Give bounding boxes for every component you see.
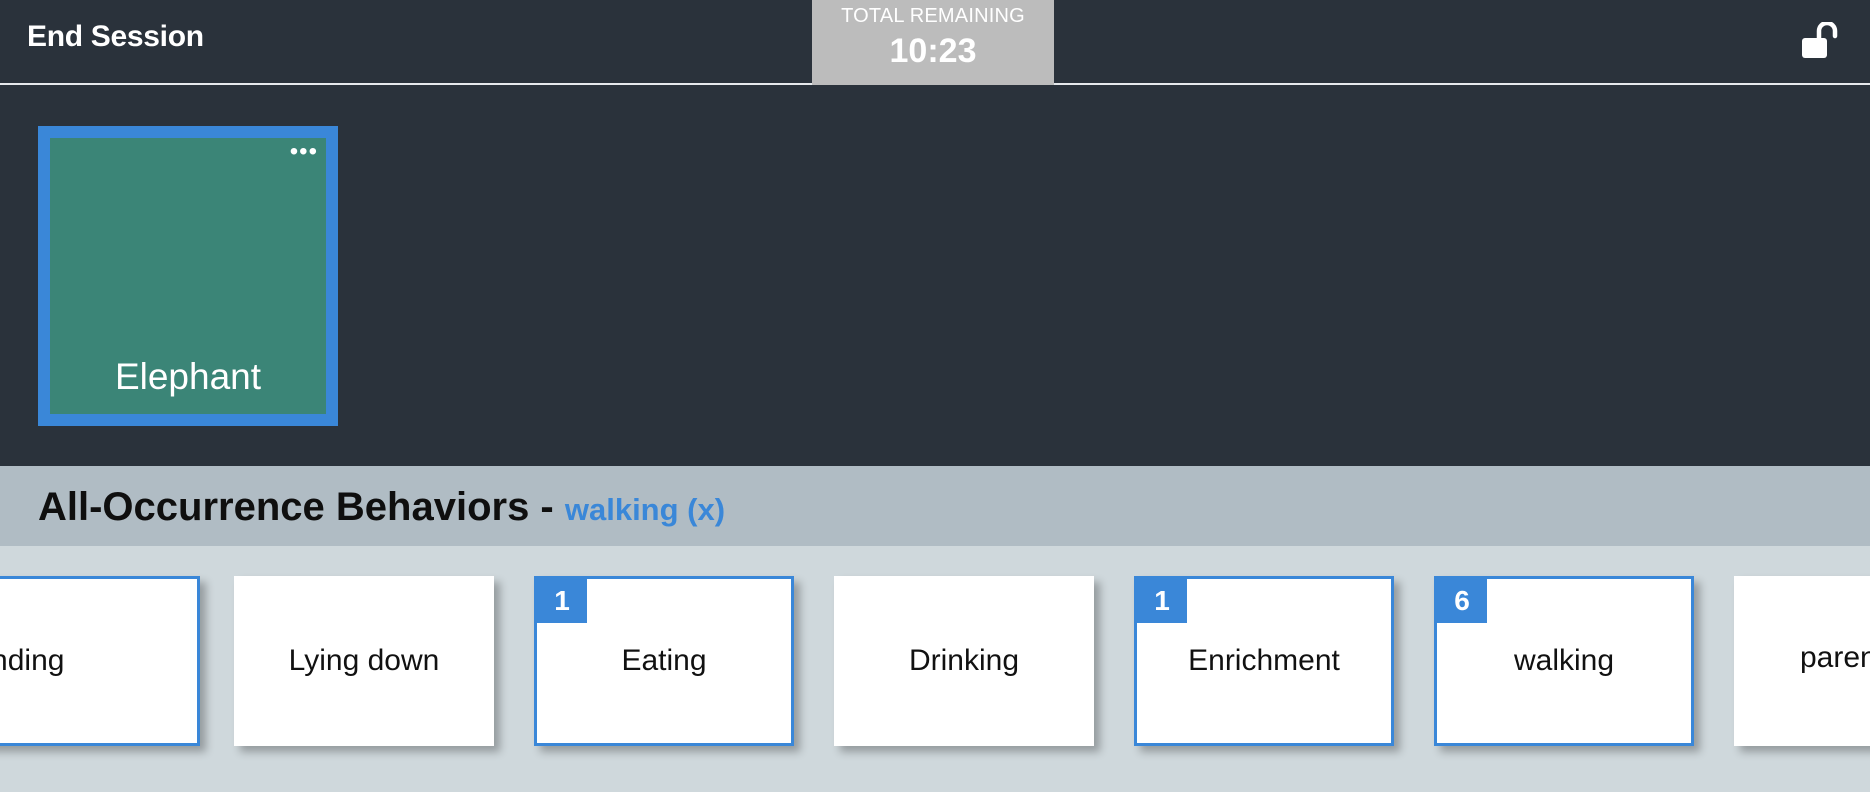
end-session-button[interactable]: End Session xyxy=(27,20,204,54)
behavior-label: walking xyxy=(1513,644,1615,677)
behavior-card-enrichment[interactable]: 1 Enrichment xyxy=(1134,576,1394,746)
top-bar: End Session TOTAL REMAINING 10:23 xyxy=(0,0,1870,85)
behavior-label: Enrichment xyxy=(1188,644,1340,677)
behavior-card-standing[interactable]: Standing xyxy=(0,576,200,746)
subject-tile-elephant[interactable]: ••• Elephant xyxy=(38,126,338,426)
more-options-icon[interactable]: ••• xyxy=(290,140,318,164)
behavior-label: Eating xyxy=(621,644,707,677)
count-badge: 6 xyxy=(1437,579,1487,623)
timer-value: 10:23 xyxy=(889,32,977,70)
behavior-label: Drinking xyxy=(908,644,1020,677)
behavior-label: paren xyxy=(1800,641,1870,674)
count-badge: 1 xyxy=(537,579,587,623)
section-header: All-Occurrence Behaviors - walking (x) xyxy=(0,466,1870,546)
section-title-text: All-Occurrence Behaviors - xyxy=(38,485,565,529)
behavior-card-parenting[interactable]: paren xyxy=(1734,576,1870,746)
behavior-label: Lying down xyxy=(288,644,440,677)
behavior-label: Standing xyxy=(0,644,65,677)
active-filter-clear-link[interactable]: walking (x) xyxy=(565,492,725,527)
timer-label: TOTAL REMAINING xyxy=(841,5,1025,27)
section-title: All-Occurrence Behaviors - walking (x) xyxy=(38,485,725,530)
count-badge: 1 xyxy=(1137,579,1187,623)
behavior-card-walking[interactable]: 6 walking xyxy=(1434,576,1694,746)
behavior-card-lying-down[interactable]: Lying down xyxy=(234,576,494,746)
subject-name: Elephant xyxy=(114,356,262,397)
behaviors-row: Standing Lying down 1 Eating Drinking 1 … xyxy=(0,546,1870,792)
behavior-card-eating[interactable]: 1 Eating xyxy=(534,576,794,746)
unlocked-padlock-icon[interactable] xyxy=(1800,20,1842,60)
total-remaining-timer: TOTAL REMAINING 10:23 xyxy=(812,0,1054,85)
behavior-card-drinking[interactable]: Drinking xyxy=(834,576,1094,746)
subject-area: ••• Elephant xyxy=(0,87,1870,466)
